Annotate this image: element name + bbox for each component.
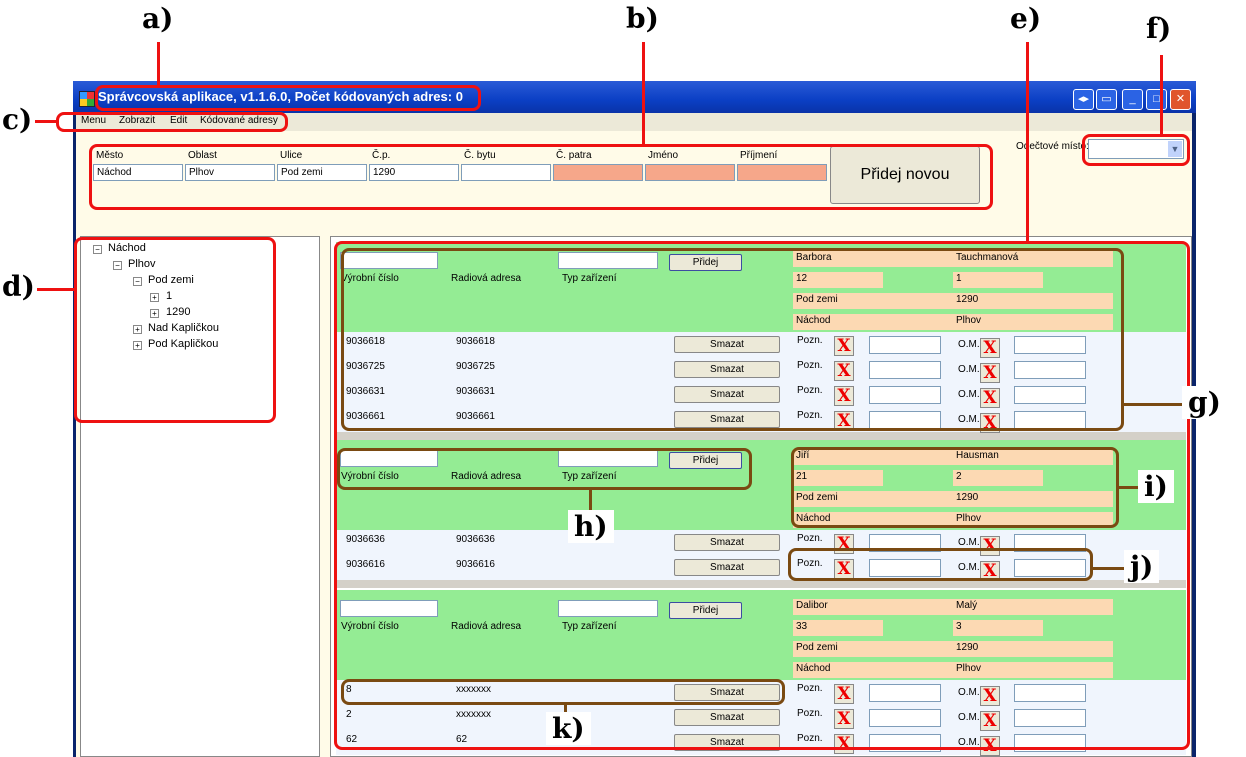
- annotation-line-b: [642, 42, 645, 146]
- annotation-box-j: [788, 548, 1093, 581]
- annotation-label-h: h): [568, 510, 614, 543]
- annotation-label-i: i): [1138, 470, 1174, 503]
- annotation-line-c: [35, 120, 58, 123]
- annotation-label-b: b): [626, 2, 659, 35]
- annotation-line-e: [1026, 42, 1029, 242]
- annotation-label-d: d): [2, 270, 35, 303]
- annotation-label-a: a): [142, 2, 174, 35]
- annotation-box-h: [337, 448, 752, 490]
- app-icon: [79, 91, 95, 107]
- annotation-box-a: [95, 85, 481, 111]
- annotation-line-i: [1118, 486, 1140, 489]
- annotation-line-d: [37, 288, 75, 291]
- annotation-label-e: e): [1010, 2, 1042, 35]
- annotation-box-k: [341, 679, 785, 705]
- close-button[interactable]: ✕: [1170, 89, 1191, 110]
- annotation-line-f: [1160, 55, 1163, 135]
- annotation-box-i: [791, 447, 1119, 528]
- annotation-line-j: [1092, 567, 1124, 570]
- annotation-box-f: [1082, 134, 1190, 166]
- annotation-label-k: k): [546, 712, 591, 745]
- annotation-line-g: [1122, 403, 1190, 406]
- resize-icon[interactable]: ◂▸: [1073, 89, 1094, 110]
- annotation-label-f: f): [1146, 12, 1172, 45]
- annotation-line-h: [589, 488, 592, 510]
- annotation-box-d: [74, 237, 276, 423]
- annotation-box-b: [89, 144, 993, 210]
- annotation-box-c: [56, 112, 288, 132]
- annotation-box-g: [341, 248, 1124, 431]
- annotation-line-a: [157, 42, 160, 87]
- annotation-label-c: c): [2, 103, 33, 136]
- restore-window-icon[interactable]: ▭: [1096, 89, 1117, 110]
- annotation-label-g: g): [1182, 386, 1227, 419]
- minimize-button[interactable]: _: [1122, 89, 1143, 110]
- annotation-label-j: j): [1124, 550, 1160, 583]
- maximize-button[interactable]: □: [1146, 89, 1167, 110]
